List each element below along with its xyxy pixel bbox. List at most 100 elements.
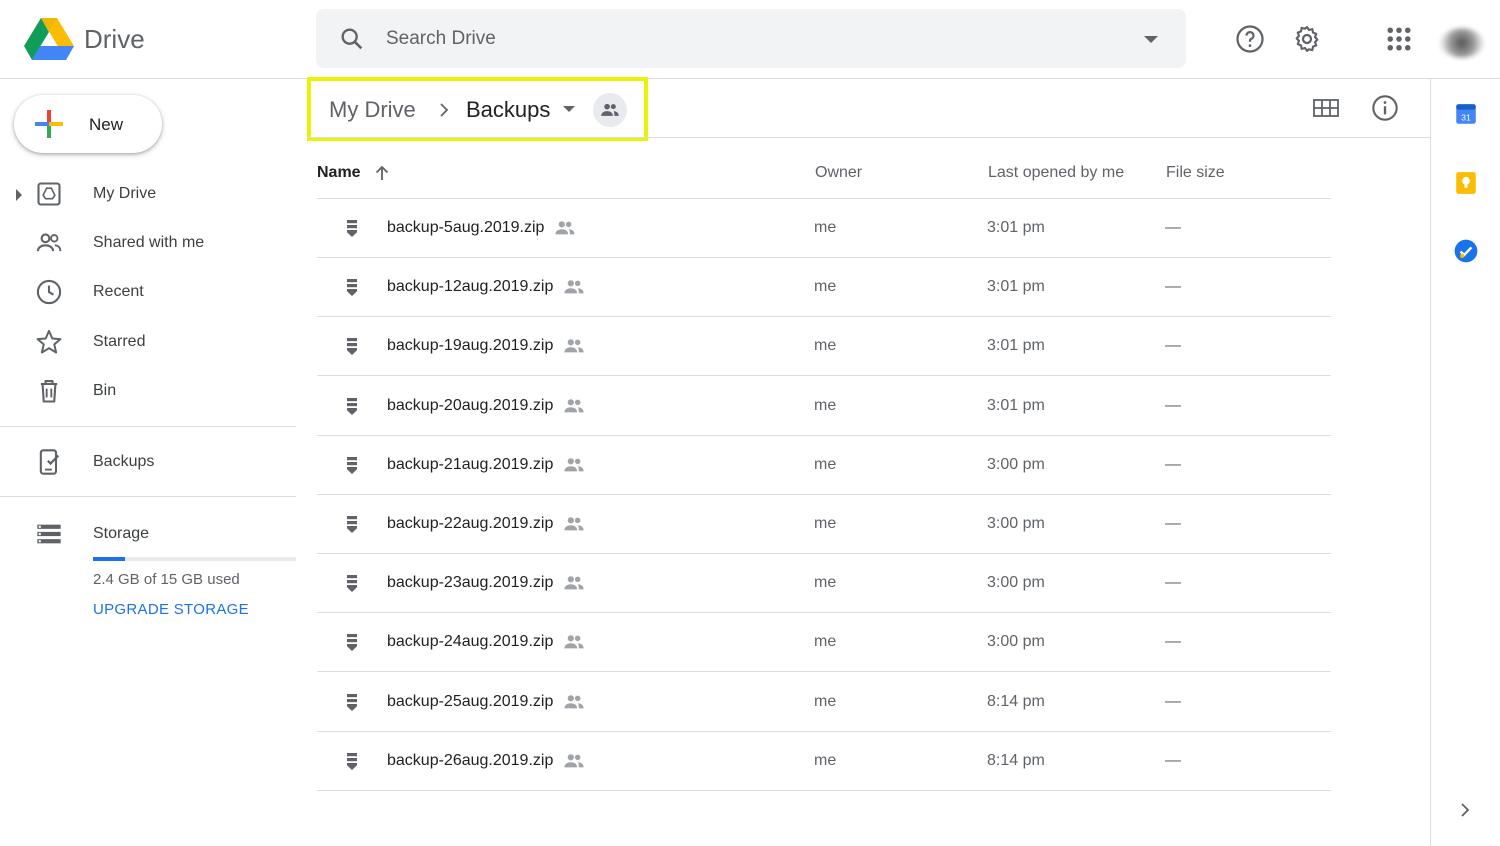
zip-file-icon <box>347 575 357 593</box>
sort-ascending-icon[interactable] <box>372 163 392 183</box>
file-row[interactable]: backup-24aug.2019.zip me 3:00 pm — <box>317 613 1331 673</box>
file-row[interactable]: backup-25aug.2019.zip me 8:14 pm — <box>317 673 1331 732</box>
file-size: — <box>1165 396 1181 414</box>
storage-icon <box>37 524 61 544</box>
sidebar-item-backups[interactable]: Backups <box>0 442 296 482</box>
zip-file-icon <box>347 693 357 711</box>
folder-menu-caret-icon[interactable] <box>563 106 575 112</box>
keep-icon[interactable] <box>1453 170 1479 196</box>
chevron-right-icon[interactable] <box>1457 801 1473 819</box>
storage-usage-fill <box>93 557 126 561</box>
upgrade-storage-link[interactable]: UPGRADE STORAGE <box>93 601 249 618</box>
file-owner: me <box>814 515 837 532</box>
shared-icon <box>564 694 584 709</box>
calendar-icon[interactable]: 31 <box>1453 101 1479 127</box>
sidebar-item-starred[interactable]: Starred <box>0 322 296 362</box>
column-header-name[interactable]: Name <box>317 164 361 182</box>
file-size: — <box>1165 633 1181 651</box>
column-header-file-size[interactable]: File size <box>1166 164 1225 182</box>
file-owner: me <box>814 278 837 296</box>
side-panel: 31 <box>1430 79 1500 846</box>
file-owner: me <box>814 337 837 355</box>
sidebar-divider <box>0 496 296 497</box>
breadcrumb-current-folder[interactable]: Backups <box>466 97 550 123</box>
file-row[interactable]: backup-22aug.2019.zip me 3:00 pm — <box>317 495 1331 554</box>
info-icon[interactable] <box>1371 94 1399 122</box>
file-row[interactable]: backup-12aug.2019.zip me 3:01 pm — <box>317 258 1331 318</box>
backup-device-icon <box>39 449 60 475</box>
column-header-owner[interactable]: Owner <box>815 164 862 182</box>
file-owner: me <box>814 751 837 769</box>
file-size: — <box>1165 515 1181 532</box>
file-name[interactable]: backup-21aug.2019.zip <box>387 456 553 474</box>
file-last-opened: 3:01 pm <box>987 219 1045 236</box>
file-row[interactable]: backup-23aug.2019.zip me 3:00 pm — <box>317 554 1331 614</box>
sidebar-item-shared-with-me[interactable]: Shared with me <box>0 223 296 263</box>
sidebar-item-storage[interactable]: Storage <box>0 514 296 554</box>
file-last-opened: 3:01 pm <box>987 337 1045 355</box>
search-bar[interactable]: Search Drive <box>316 9 1186 68</box>
file-row[interactable]: backup-19aug.2019.zip me 3:01 pm — <box>317 317 1331 377</box>
search-icon[interactable] <box>338 25 366 53</box>
file-name[interactable]: backup-25aug.2019.zip <box>387 693 553 711</box>
file-name[interactable]: backup-22aug.2019.zip <box>387 515 553 533</box>
sidebar-item-label: Backups <box>93 453 155 470</box>
clock-icon <box>36 279 62 305</box>
file-name[interactable]: backup-26aug.2019.zip <box>387 752 553 770</box>
file-owner: me <box>814 633 837 651</box>
file-name[interactable]: backup-23aug.2019.zip <box>387 574 553 592</box>
shared-icon <box>564 635 584 649</box>
zip-file-icon <box>347 279 357 297</box>
file-owner: me <box>814 219 837 236</box>
people-icon <box>36 233 62 252</box>
sidebar-item-recent[interactable]: Recent <box>0 272 296 312</box>
zip-file-icon <box>347 397 357 415</box>
file-size: — <box>1165 278 1181 296</box>
file-row[interactable]: backup-26aug.2019.zip me 8:14 pm — <box>317 732 1331 791</box>
account-avatar[interactable] <box>1440 28 1484 58</box>
file-row[interactable]: backup-5aug.2019.zip me 3:01 pm — <box>317 199 1331 258</box>
shared-icon <box>564 398 584 413</box>
apps-grid-icon[interactable] <box>1384 24 1414 54</box>
zip-file-icon <box>347 338 357 356</box>
shared-icon <box>564 517 584 531</box>
file-size: — <box>1165 692 1181 710</box>
storage-used-text: 2.4 GB of 15 GB used <box>93 571 240 588</box>
zip-file-icon <box>347 516 357 533</box>
column-header-last-opened[interactable]: Last opened by me <box>988 164 1124 182</box>
new-button[interactable]: New <box>14 95 162 153</box>
my-drive-icon <box>37 182 61 206</box>
storage-usage-bar <box>93 557 296 561</box>
file-size: — <box>1165 751 1181 769</box>
file-row[interactable]: backup-20aug.2019.zip me 3:01 pm — <box>317 377 1331 436</box>
file-last-opened: 3:01 pm <box>987 396 1045 414</box>
shared-folder-badge[interactable] <box>593 93 627 127</box>
zip-file-icon <box>347 220 357 237</box>
grid-view-icon[interactable] <box>1312 97 1340 119</box>
search-options-caret-icon[interactable] <box>1144 36 1158 43</box>
top-bar: Drive Search Drive <box>0 0 1500 79</box>
drive-logo-icon[interactable] <box>24 18 74 60</box>
file-name[interactable]: backup-12aug.2019.zip <box>387 278 553 296</box>
shared-icon <box>564 458 584 472</box>
file-row[interactable]: backup-21aug.2019.zip me 3:00 pm — <box>317 436 1331 495</box>
shared-icon <box>555 221 575 235</box>
help-icon[interactable] <box>1235 24 1265 54</box>
sidebar-item-my-drive[interactable]: My Drive <box>0 174 296 214</box>
shared-icon <box>564 754 584 768</box>
search-input[interactable]: Search Drive <box>386 28 496 50</box>
sidebar-item-bin[interactable]: Bin <box>0 371 296 411</box>
file-name[interactable]: backup-24aug.2019.zip <box>387 633 553 651</box>
breadcrumb-my-drive[interactable]: My Drive <box>329 97 416 123</box>
tasks-icon[interactable] <box>1453 238 1479 264</box>
file-name[interactable]: backup-19aug.2019.zip <box>387 337 553 355</box>
file-size: — <box>1165 219 1181 236</box>
file-name[interactable]: backup-20aug.2019.zip <box>387 397 553 415</box>
settings-icon[interactable] <box>1292 24 1322 54</box>
zip-file-icon <box>347 456 357 474</box>
expand-caret-icon[interactable] <box>16 189 22 201</box>
file-name[interactable]: backup-5aug.2019.zip <box>387 219 544 237</box>
svg-text:31: 31 <box>1461 113 1471 123</box>
file-last-opened: 3:01 pm <box>987 278 1045 296</box>
sidebar-item-label: Bin <box>93 382 117 399</box>
